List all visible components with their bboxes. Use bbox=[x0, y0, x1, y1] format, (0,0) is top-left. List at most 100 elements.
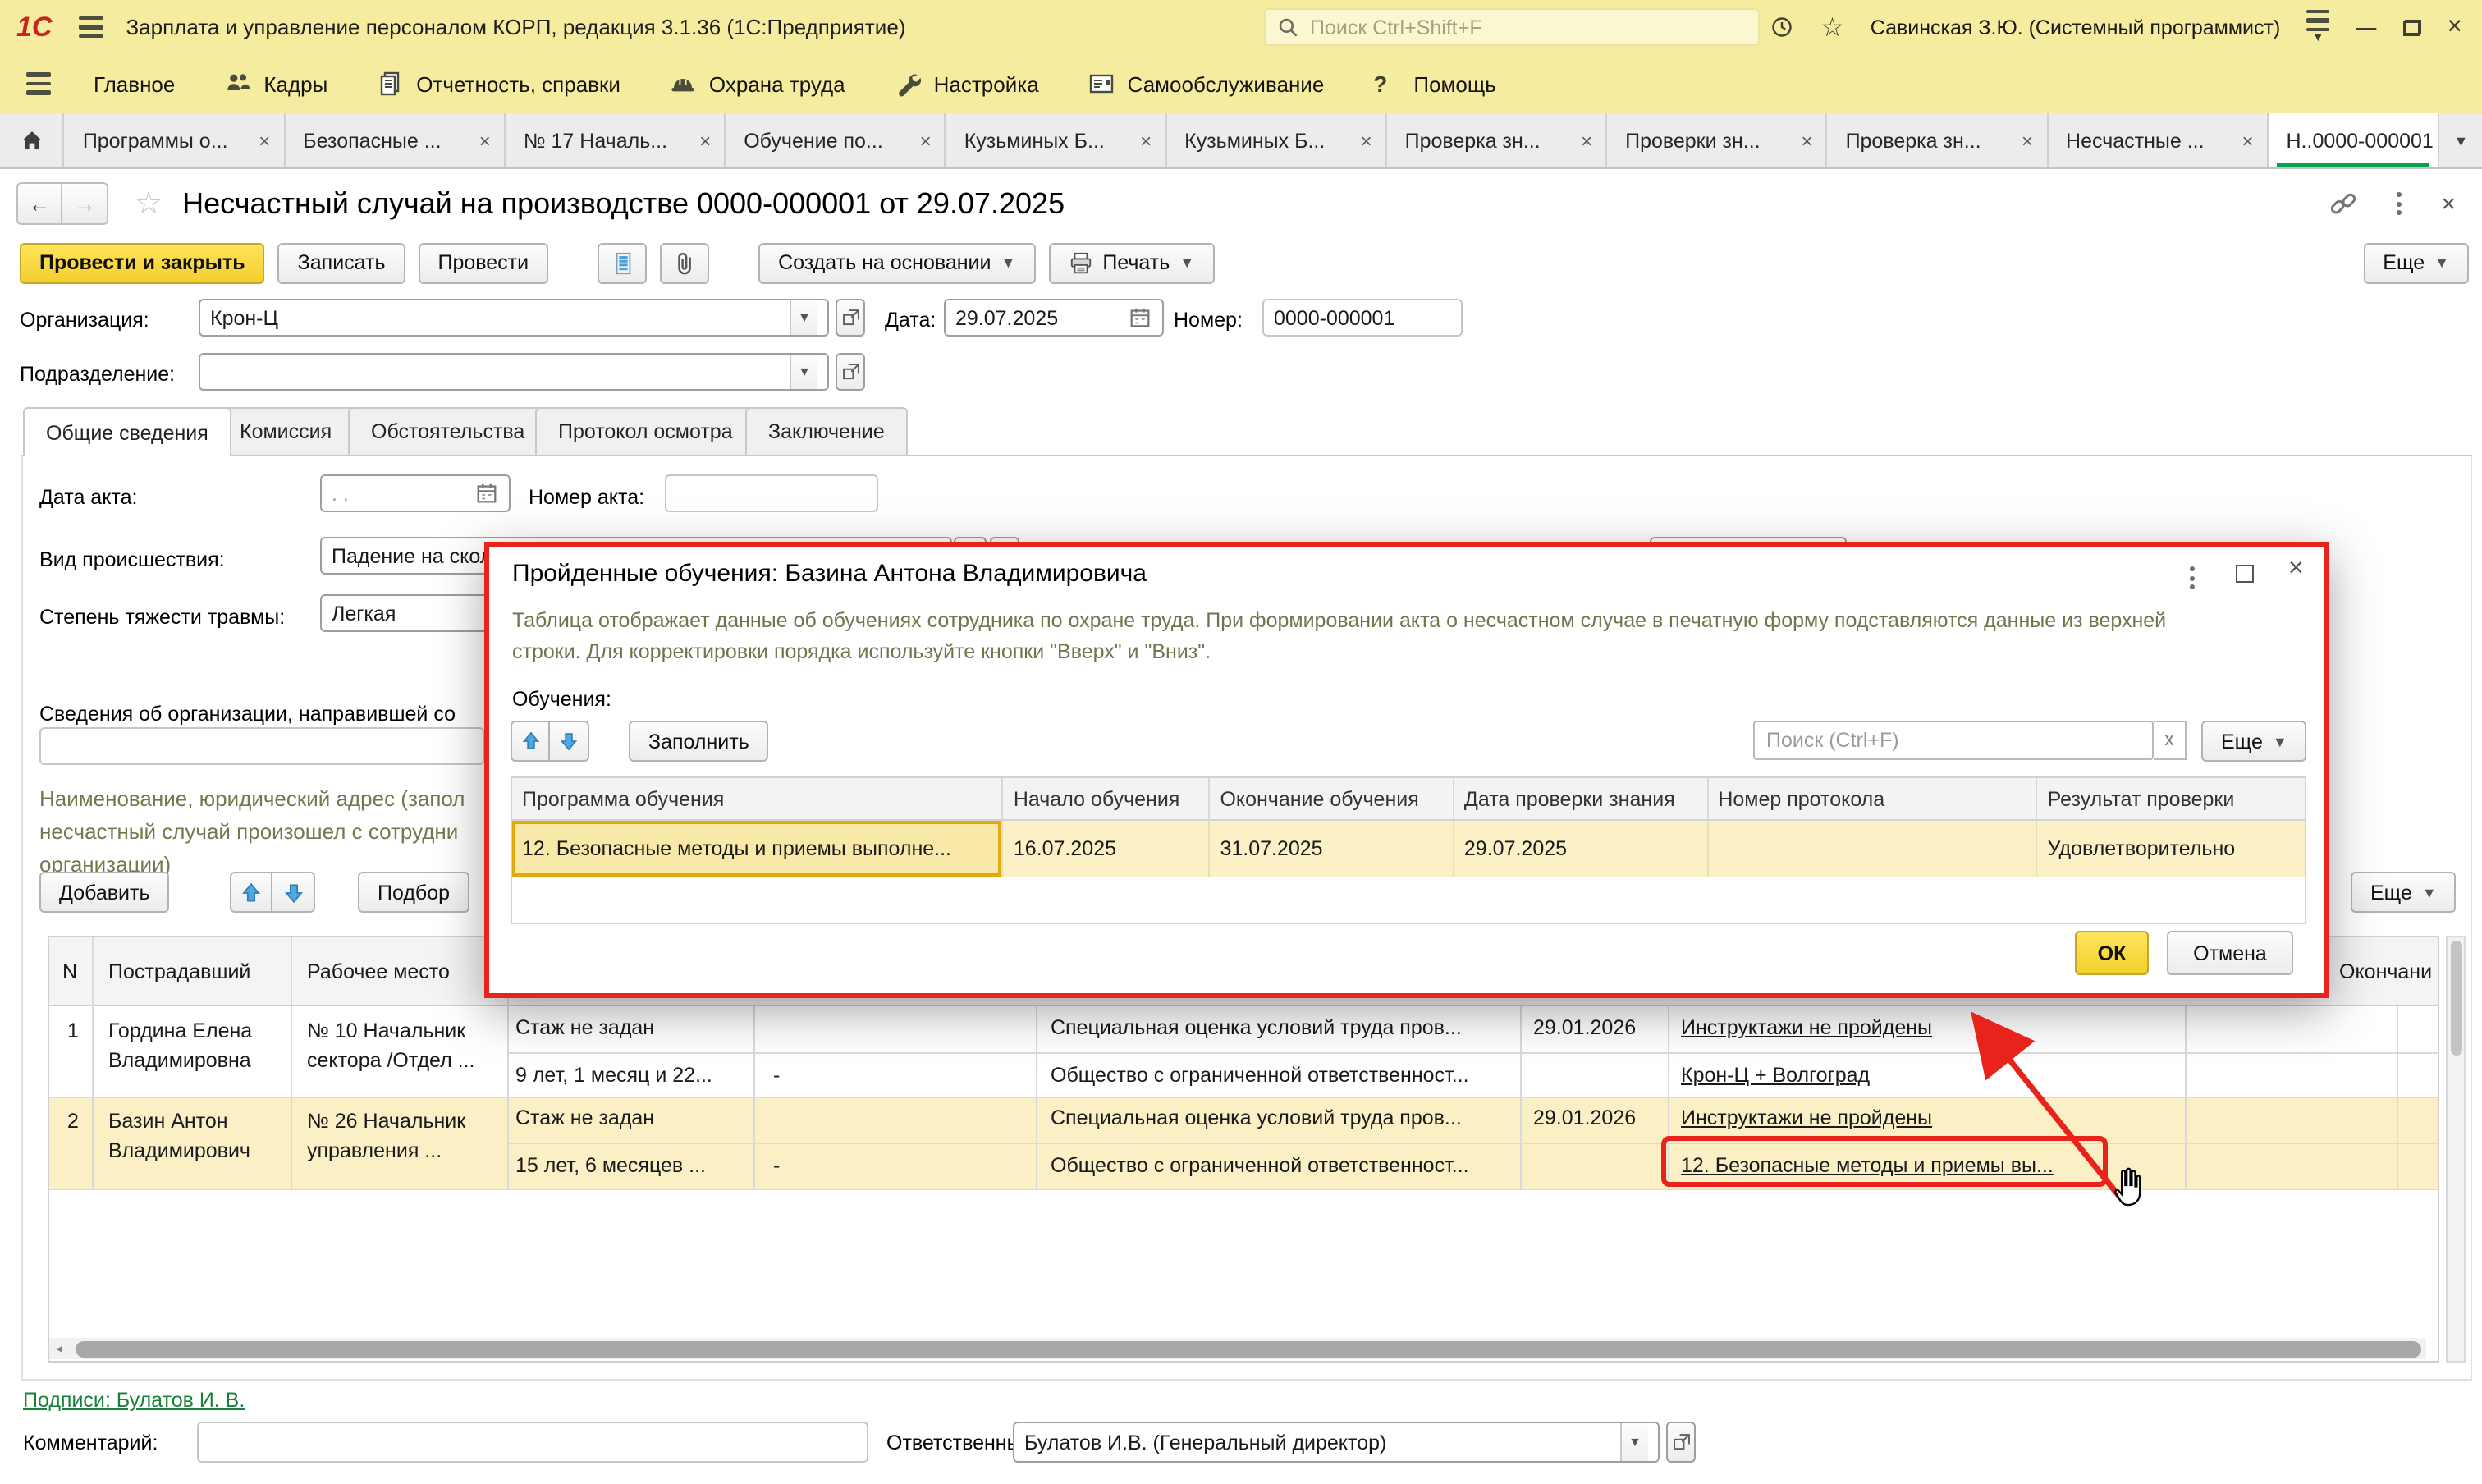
more-actions-kebab-icon[interactable] bbox=[2397, 192, 2402, 215]
tab-check-2[interactable]: Проверка зн...× bbox=[1828, 113, 2048, 167]
create-based-on-button[interactable]: Создать на основании▼ bbox=[758, 242, 1035, 283]
menu-self-service[interactable]: Самообслуживание bbox=[1088, 71, 1325, 97]
signatures-link[interactable]: Подписи: Булатов И. В. bbox=[23, 1389, 245, 1412]
service-menu-icon[interactable]: ▼ bbox=[2306, 10, 2329, 45]
minimize-window-icon[interactable]: — bbox=[2356, 16, 2376, 39]
tab-check-1[interactable]: Проверка зн...× bbox=[1387, 113, 1607, 167]
responsible-open-button[interactable] bbox=[1666, 1422, 1696, 1463]
cancel-button[interactable]: Отмена bbox=[2167, 931, 2293, 975]
dialog-more-kebab-icon[interactable] bbox=[2190, 566, 2195, 589]
menu-main[interactable]: Главное bbox=[94, 71, 175, 96]
attachments-button[interactable] bbox=[660, 242, 709, 283]
related-documents-button[interactable] bbox=[598, 242, 647, 283]
department-open-button[interactable] bbox=[836, 353, 865, 391]
tab-kuzminykh-2[interactable]: Кузьминых Б...× bbox=[1166, 113, 1386, 167]
table-more-button[interactable]: Еще▼ bbox=[2351, 872, 2457, 913]
history-icon[interactable] bbox=[1770, 15, 1794, 39]
horizontal-scrollbar[interactable]: ◂ bbox=[49, 1338, 2426, 1359]
tab-inspection-protocol[interactable]: Протокол осмотра bbox=[535, 407, 756, 455]
dialog-search-input[interactable]: Поиск (Ctrl+F) bbox=[1753, 721, 2154, 760]
more-button[interactable]: Еще▼ bbox=[2363, 242, 2469, 283]
dialog-maximize-icon[interactable] bbox=[2236, 565, 2254, 583]
chevron-down-icon[interactable]: ▼ bbox=[790, 355, 817, 389]
tab-home[interactable] bbox=[0, 113, 65, 167]
act-date-field[interactable]: . . bbox=[320, 474, 511, 512]
dialog-move-down-button[interactable] bbox=[550, 721, 589, 762]
organization-combo[interactable]: Крон-Ц▼ bbox=[199, 299, 829, 337]
main-menu-icon[interactable] bbox=[78, 16, 103, 39]
trainings-table[interactable]: Программа обучения Начало обучения Оконч… bbox=[511, 776, 2306, 924]
current-user[interactable]: Савинская З.Ю. (Системный программист) bbox=[1871, 16, 2281, 39]
favorite-star-icon[interactable]: ☆ bbox=[135, 185, 163, 222]
menu-hr[interactable]: Кадры bbox=[224, 71, 327, 97]
act-number-field[interactable] bbox=[665, 474, 878, 512]
responsible-combo[interactable]: Булатов И.В. (Генеральный директор)▼ bbox=[1013, 1422, 1660, 1463]
close-window-icon[interactable]: × bbox=[2447, 12, 2462, 42]
add-row-button[interactable]: Добавить bbox=[39, 872, 170, 913]
close-icon[interactable]: × bbox=[1130, 129, 1152, 152]
close-icon[interactable]: × bbox=[910, 129, 932, 152]
close-icon[interactable]: × bbox=[689, 129, 711, 152]
severity-field[interactable]: Легкая bbox=[320, 594, 491, 632]
scrollbar-thumb[interactable] bbox=[76, 1340, 2421, 1357]
tab-no17[interactable]: № 17 Началь...× bbox=[506, 113, 726, 167]
organization-open-button[interactable] bbox=[836, 299, 865, 337]
chevron-down-icon[interactable]: ▼ bbox=[1620, 1423, 1648, 1461]
tab-commission[interactable]: Комиссия bbox=[217, 407, 355, 455]
scroll-left-icon[interactable]: ◂ bbox=[56, 1341, 62, 1356]
close-icon[interactable]: × bbox=[249, 129, 270, 152]
get-link-icon[interactable] bbox=[2329, 190, 2357, 218]
post-button[interactable]: Провести bbox=[419, 242, 549, 283]
close-icon[interactable]: × bbox=[2012, 129, 2033, 152]
chevron-down-icon[interactable]: ▼ bbox=[790, 300, 817, 335]
write-button[interactable]: Записать bbox=[278, 242, 405, 283]
tab-programs[interactable]: Программы о...× bbox=[65, 113, 285, 167]
dialog-more-button[interactable]: Еще▼ bbox=[2201, 721, 2307, 762]
close-icon[interactable]: × bbox=[469, 129, 491, 152]
pick-button[interactable]: Подбор bbox=[358, 872, 469, 913]
sections-menu-icon[interactable] bbox=[26, 73, 51, 95]
row1-briefings-link[interactable]: Инструктажи не пройдены bbox=[1681, 1016, 1932, 1039]
close-icon[interactable]: × bbox=[1351, 129, 1372, 152]
close-icon[interactable]: × bbox=[1792, 129, 1813, 152]
trainings-table-row[interactable]: 12. Безопасные методы и приемы выполне..… bbox=[512, 821, 2305, 877]
back-arrow-icon[interactable]: ← bbox=[16, 182, 62, 225]
date-field[interactable]: 29.07.2025 bbox=[944, 299, 1164, 337]
calendar-icon[interactable] bbox=[1128, 305, 1152, 330]
tab-circumstances[interactable]: Обстоятельства bbox=[348, 407, 547, 455]
fill-button[interactable]: Заполнить bbox=[629, 721, 769, 762]
department-combo[interactable]: ▼ bbox=[199, 353, 829, 391]
row2-briefings-link[interactable]: Инструктажи не пройдены bbox=[1681, 1106, 1932, 1129]
restore-window-icon[interactable] bbox=[2402, 19, 2420, 35]
number-field[interactable]: 0000-000001 bbox=[1262, 299, 1463, 337]
close-document-icon[interactable]: × bbox=[2441, 190, 2456, 218]
menu-help[interactable]: ?Помощь bbox=[1373, 71, 1496, 97]
move-down-button[interactable] bbox=[272, 872, 315, 913]
menu-reports[interactable]: Отчетность, справки bbox=[377, 71, 620, 97]
tab-overflow-icon[interactable]: ▼ bbox=[2440, 113, 2482, 167]
comment-field[interactable] bbox=[197, 1422, 868, 1463]
tab-general-info[interactable]: Общие сведения bbox=[23, 407, 231, 456]
tab-accident-document-active[interactable]: Н..0000-000001× bbox=[2269, 113, 2440, 167]
calendar-icon[interactable] bbox=[474, 481, 499, 506]
ok-button[interactable]: ОК bbox=[2075, 931, 2149, 975]
global-search-input[interactable]: Поиск Ctrl+Shift+F bbox=[1264, 8, 1760, 46]
tab-checks[interactable]: Проверки зн...× bbox=[1607, 113, 1827, 167]
close-icon[interactable]: × bbox=[2232, 129, 2253, 152]
forward-arrow-icon[interactable]: → bbox=[62, 182, 108, 225]
post-and-close-button[interactable]: Провести и закрыть bbox=[20, 242, 265, 283]
tab-safe-methods[interactable]: Безопасные ...× bbox=[285, 113, 505, 167]
dialog-move-up-button[interactable] bbox=[511, 721, 550, 762]
close-icon[interactable]: × bbox=[2434, 129, 2440, 152]
move-up-button[interactable] bbox=[230, 872, 272, 913]
tab-kuzminykh-1[interactable]: Кузьминых Б...× bbox=[946, 113, 1166, 167]
menu-labor-safety[interactable]: Охрана труда bbox=[670, 71, 845, 97]
tab-training[interactable]: Обучение по...× bbox=[726, 113, 946, 167]
favorites-star-icon[interactable]: ☆ bbox=[1820, 11, 1844, 44]
close-icon[interactable]: × bbox=[1571, 129, 1592, 152]
row1-trainings-link[interactable]: Крон-Ц + Волгоград bbox=[1681, 1064, 1870, 1087]
sending-org-field[interactable] bbox=[39, 727, 484, 765]
menu-settings[interactable]: Настройка bbox=[895, 71, 1039, 97]
vertical-scrollbar[interactable] bbox=[2446, 936, 2466, 1363]
dialog-close-icon[interactable]: × bbox=[2288, 555, 2304, 584]
